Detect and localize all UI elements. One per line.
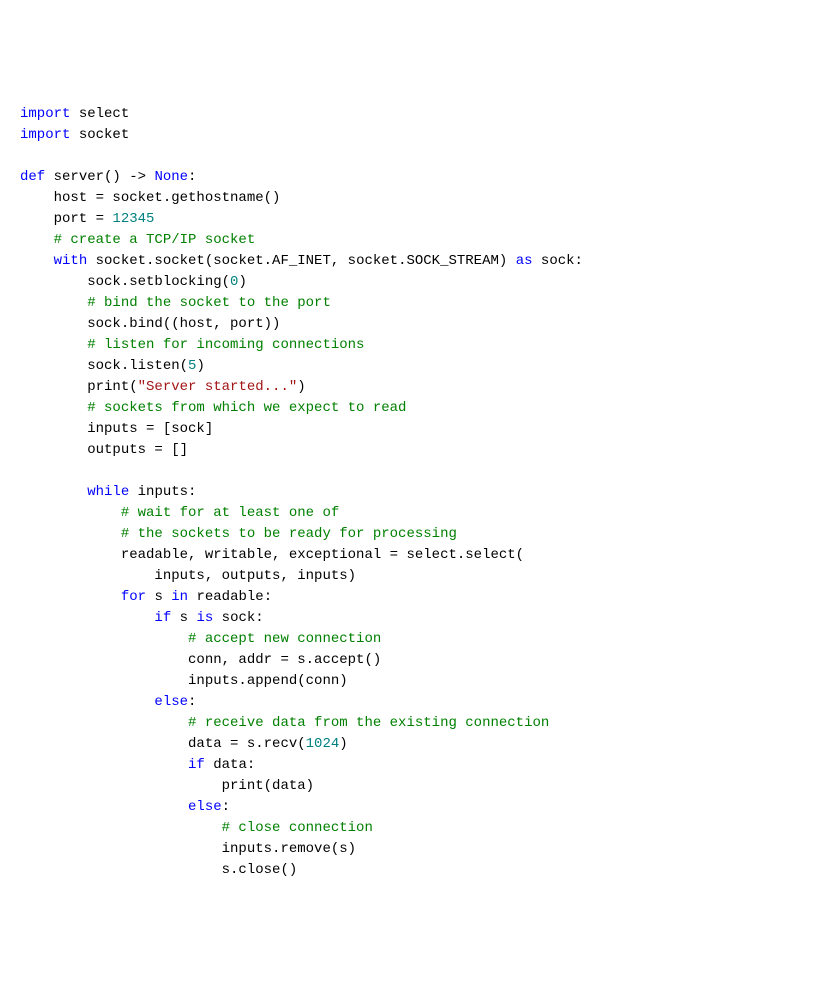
- code-line: # wait for at least one of: [20, 505, 339, 521]
- text: inputs:: [129, 484, 196, 500]
- keyword: while: [87, 484, 129, 500]
- comment: # accept new connection: [20, 631, 381, 647]
- code-line: def server() -> None:: [20, 169, 196, 185]
- comment: # sockets from which we expect to read: [20, 400, 406, 416]
- code-line: s.close(): [20, 862, 297, 878]
- comment: # listen for incoming connections: [20, 337, 364, 353]
- text: sock:: [533, 253, 583, 269]
- keyword: with: [54, 253, 88, 269]
- comment: # the sockets to be ready for processing: [20, 526, 457, 542]
- keyword: import: [20, 106, 70, 122]
- code-line: else:: [20, 799, 230, 815]
- code-block: import select import socket def server()…: [20, 104, 811, 881]
- text: [20, 610, 154, 626]
- code-line: # sockets from which we expect to read: [20, 400, 406, 416]
- code-line: with socket.socket(socket.AF_INET, socke…: [20, 253, 583, 269]
- keyword: else: [154, 694, 188, 710]
- text: print(: [20, 379, 138, 395]
- code-line: inputs.append(conn): [20, 673, 348, 689]
- text: [20, 694, 154, 710]
- code-line: print("Server started..."): [20, 379, 306, 395]
- code-line: # close connection: [20, 820, 373, 836]
- code-line: # bind the socket to the port: [20, 295, 331, 311]
- code-line: while inputs:: [20, 484, 196, 500]
- text: :: [222, 799, 230, 815]
- code-line: inputs.remove(s): [20, 841, 356, 857]
- code-line: print(data): [20, 778, 314, 794]
- text: [20, 253, 54, 269]
- code-line: else:: [20, 694, 196, 710]
- comment: # bind the socket to the port: [20, 295, 331, 311]
- text: sock.setblocking(: [20, 274, 230, 290]
- code-line: port = 12345: [20, 211, 154, 227]
- text: socket: [70, 127, 129, 143]
- comment: # wait for at least one of: [20, 505, 339, 521]
- code-line: host = socket.gethostname(): [20, 190, 280, 206]
- comment: # create a TCP/IP socket: [20, 232, 255, 248]
- code-line: readable, writable, exceptional = select…: [20, 547, 524, 563]
- code-line: conn, addr = s.accept(): [20, 652, 381, 668]
- code-line: # create a TCP/IP socket: [20, 232, 255, 248]
- keyword: import: [20, 127, 70, 143]
- text: ): [196, 358, 204, 374]
- keyword: else: [188, 799, 222, 815]
- code-line: data = s.recv(1024): [20, 736, 348, 752]
- text: ): [297, 379, 305, 395]
- text: data:: [205, 757, 255, 773]
- text: [20, 757, 188, 773]
- string: "Server started...": [138, 379, 298, 395]
- keyword: def: [20, 169, 45, 185]
- text: ): [238, 274, 246, 290]
- comment: # receive data from the existing connect…: [20, 715, 549, 731]
- text: [20, 799, 188, 815]
- code-line: # accept new connection: [20, 631, 381, 647]
- text: [20, 484, 87, 500]
- text: socket.socket(socket.AF_INET, socket.SOC…: [87, 253, 515, 269]
- code-line: if s is sock:: [20, 610, 264, 626]
- code-line: # listen for incoming connections: [20, 337, 364, 353]
- text: s: [171, 610, 196, 626]
- text: server() ->: [45, 169, 154, 185]
- text: ): [339, 736, 347, 752]
- code-line: if data:: [20, 757, 255, 773]
- code-line: # receive data from the existing connect…: [20, 715, 549, 731]
- number: 1024: [306, 736, 340, 752]
- code-line: import select: [20, 106, 129, 122]
- text: port =: [20, 211, 112, 227]
- keyword: if: [188, 757, 205, 773]
- text: sock.listen(: [20, 358, 188, 374]
- type: None: [154, 169, 188, 185]
- text: :: [188, 694, 196, 710]
- keyword: is: [196, 610, 213, 626]
- text: select: [70, 106, 129, 122]
- text: [20, 589, 121, 605]
- code-line: sock.setblocking(0): [20, 274, 247, 290]
- text: data = s.recv(: [20, 736, 306, 752]
- keyword: for: [121, 589, 146, 605]
- text: sock:: [213, 610, 263, 626]
- keyword: if: [154, 610, 171, 626]
- code-line: inputs, outputs, inputs): [20, 568, 356, 584]
- code-line: for s in readable:: [20, 589, 272, 605]
- comment: # close connection: [20, 820, 373, 836]
- keyword: as: [516, 253, 533, 269]
- code-line: sock.listen(5): [20, 358, 205, 374]
- number: 12345: [112, 211, 154, 227]
- text: :: [188, 169, 196, 185]
- code-line: import socket: [20, 127, 129, 143]
- code-line: sock.bind((host, port)): [20, 316, 280, 332]
- keyword: in: [171, 589, 188, 605]
- code-line: inputs = [sock]: [20, 421, 213, 437]
- text: s: [146, 589, 171, 605]
- code-line: outputs = []: [20, 442, 188, 458]
- code-line: # the sockets to be ready for processing: [20, 526, 457, 542]
- text: readable:: [188, 589, 272, 605]
